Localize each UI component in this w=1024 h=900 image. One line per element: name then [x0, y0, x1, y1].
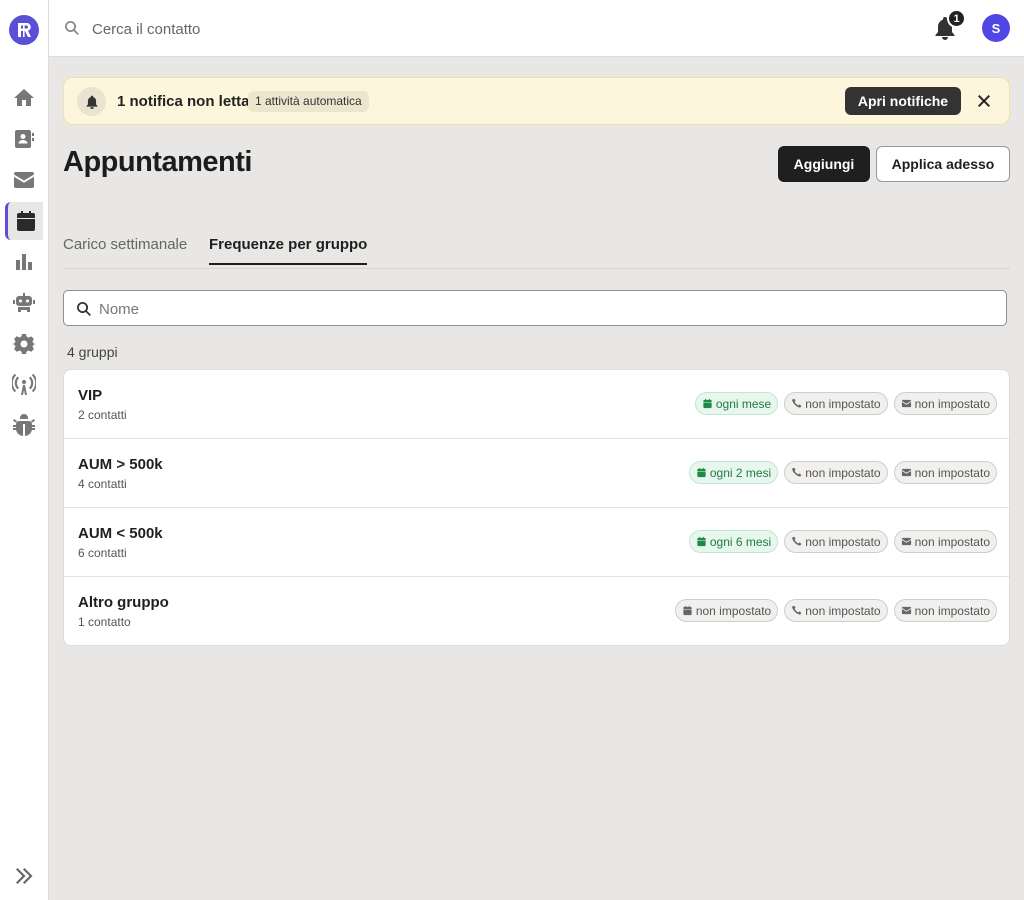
mail-icon	[901, 606, 911, 615]
search-icon	[64, 20, 80, 36]
list-item[interactable]: Altro gruppo 1 contatto non impostato no…	[64, 577, 1009, 645]
groups-list: VIP 2 contatti ogni mese non impostato n…	[63, 369, 1010, 646]
email-frequency-label: non impostato	[914, 534, 990, 549]
call-frequency-label: non impostato	[805, 534, 881, 549]
notification-count-badge: 1	[947, 9, 966, 28]
email-frequency-label: non impostato	[914, 603, 990, 618]
name-filter	[63, 290, 1007, 326]
call-frequency-label: non impostato	[805, 396, 881, 411]
email-frequency-chip: non impostato	[893, 392, 997, 415]
mail-icon	[901, 537, 911, 546]
group-contacts-count: 6 contatti	[78, 546, 127, 560]
phone-icon	[792, 605, 802, 615]
notification-banner: 1 notifica non letta 1 attività automati…	[63, 77, 1010, 125]
brand-logo-icon[interactable]	[9, 15, 39, 45]
meeting-frequency-chip: ogni 2 mesi	[688, 461, 779, 484]
list-item[interactable]: AUM > 500k 4 contatti ogni 2 mesi non im…	[64, 439, 1009, 508]
contacts-icon[interactable]	[0, 120, 48, 158]
apply-now-button[interactable]: Applica adesso	[876, 146, 1010, 182]
meeting-frequency-chip: non impostato	[674, 599, 779, 622]
group-name: VIP	[78, 387, 103, 404]
calendar-icon	[697, 467, 706, 478]
tab-weekly-load[interactable]: Carico settimanale	[63, 236, 187, 263]
bell-icon	[77, 87, 106, 116]
bar-chart-icon[interactable]	[0, 243, 48, 281]
call-frequency-chip: non impostato	[784, 530, 888, 553]
list-item[interactable]: AUM < 500k 6 contatti ogni 6 mesi non im…	[64, 508, 1009, 577]
email-frequency-label: non impostato	[914, 396, 990, 411]
calendar-icon	[697, 536, 706, 547]
call-frequency-label: non impostato	[805, 465, 881, 480]
groups-count: 4 gruppi	[67, 344, 118, 360]
meeting-frequency-label: ogni 2 mesi	[709, 465, 772, 480]
email-frequency-label: non impostato	[914, 465, 990, 480]
contact-search-input[interactable]	[92, 17, 592, 41]
name-filter-input[interactable]	[99, 299, 979, 319]
mail-icon	[901, 399, 911, 408]
phone-icon	[792, 398, 802, 408]
call-frequency-chip: non impostato	[784, 392, 888, 415]
tab-group-frequencies[interactable]: Frequenze per gruppo	[209, 236, 368, 265]
sidebar	[0, 0, 49, 900]
page-title: Appuntamenti	[63, 146, 252, 178]
email-frequency-chip: non impostato	[893, 530, 997, 553]
user-avatar[interactable]: S	[982, 14, 1010, 42]
list-item[interactable]: VIP 2 contatti ogni mese non impostato n…	[64, 370, 1009, 439]
banner-title: 1 notifica non letta	[117, 93, 250, 110]
email-frequency-chip: non impostato	[893, 599, 997, 622]
call-frequency-chip: non impostato	[784, 599, 888, 622]
gear-icon[interactable]	[0, 325, 48, 363]
calendar-icon	[683, 605, 692, 616]
robot-icon[interactable]	[0, 284, 48, 322]
mail-icon[interactable]	[0, 161, 48, 199]
group-name: AUM < 500k	[78, 525, 163, 542]
email-frequency-chip: non impostato	[893, 461, 997, 484]
meeting-frequency-chip: ogni 6 mesi	[688, 530, 779, 553]
antenna-icon[interactable]	[0, 366, 48, 404]
calendar-icon	[703, 398, 712, 409]
home-icon[interactable]	[0, 79, 48, 117]
bug-icon[interactable]	[0, 407, 48, 445]
meeting-frequency-chip: ogni mese	[694, 392, 779, 415]
group-contacts-count: 2 contatti	[78, 408, 127, 422]
automatic-activity-chip: 1 attività automatica	[248, 91, 369, 112]
phone-icon	[792, 536, 802, 546]
top-bar: 1 S	[49, 0, 1024, 57]
group-contacts-count: 4 contatti	[78, 477, 127, 491]
call-frequency-label: non impostato	[805, 603, 881, 618]
phone-icon	[792, 467, 802, 477]
meeting-frequency-label: ogni 6 mesi	[709, 534, 772, 549]
meeting-frequency-label: ogni mese	[715, 396, 772, 411]
group-name: AUM > 500k	[78, 456, 163, 473]
group-name: Altro gruppo	[78, 594, 169, 611]
search-icon	[76, 301, 92, 317]
open-notifications-button[interactable]: Apri notifiche	[845, 87, 961, 115]
tabs-divider	[63, 268, 1010, 269]
call-frequency-chip: non impostato	[784, 461, 888, 484]
close-icon[interactable]	[975, 92, 993, 110]
mail-icon	[901, 468, 911, 477]
meeting-frequency-label: non impostato	[695, 603, 772, 618]
calendar-icon[interactable]	[5, 202, 43, 240]
add-button[interactable]: Aggiungi	[778, 146, 870, 182]
group-contacts-count: 1 contatto	[78, 615, 131, 629]
double-chevron-right-icon[interactable]	[12, 864, 36, 888]
